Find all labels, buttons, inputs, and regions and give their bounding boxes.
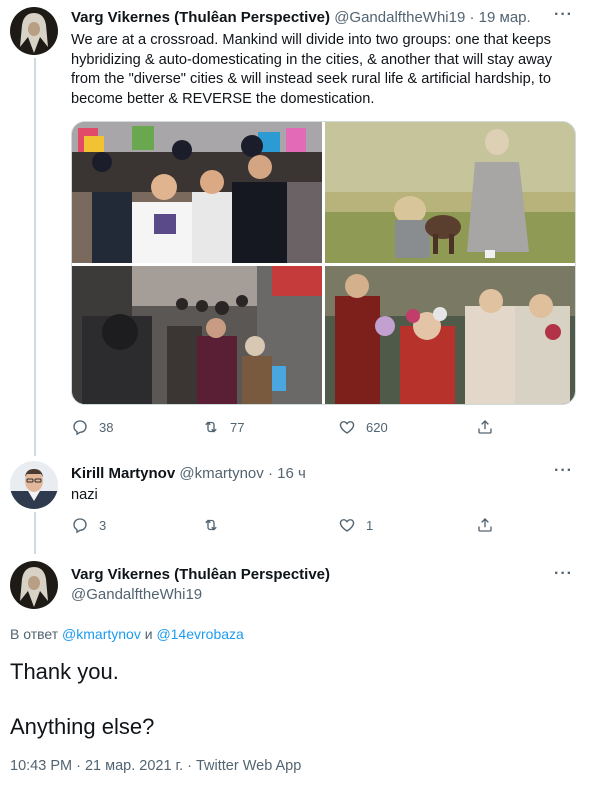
reply-to-prefix: В ответ	[10, 626, 63, 642]
tweet1-author-handle[interactable]: @GandalftheWhi19	[334, 9, 465, 26]
tweet1-media-grid[interactable]	[71, 121, 576, 405]
tweet1-more-icon[interactable]: ···	[554, 6, 573, 24]
tweet3-author-name[interactable]: Varg Vikernes (Thulêan Perspective)	[71, 566, 330, 583]
tweet2-share-button[interactable]	[476, 516, 494, 534]
avatar-varg-main[interactable]	[10, 561, 58, 609]
tweet2-more-icon[interactable]: ···	[554, 462, 573, 480]
heart-icon	[339, 519, 355, 532]
tweet1-author-name[interactable]: Varg Vikernes (Thulêan Perspective)	[71, 9, 330, 26]
share-icon	[478, 420, 492, 434]
mention-14evrobaza[interactable]: @14evrobaza	[156, 626, 243, 642]
tweet1-like-count: 620	[366, 419, 388, 435]
tweet3-text-line2: Anything else?	[10, 714, 155, 739]
tweet2-separator: ·	[267, 465, 273, 482]
share-icon	[478, 518, 492, 532]
tweet3-more-icon[interactable]: ···	[554, 565, 573, 583]
avatar-varg[interactable]	[10, 7, 58, 55]
media-photo-4[interactable]	[325, 266, 575, 404]
tweet3-handle-row: @GandalftheWhi19	[71, 586, 202, 603]
heart-icon	[339, 421, 355, 434]
tweet2-author-name[interactable]: Kirill Martynov	[71, 465, 175, 482]
tweet1-header: Varg Vikernes (Thulêan Perspective) @Gan…	[71, 9, 531, 26]
tweet1-retweet-button[interactable]: 77	[202, 418, 244, 436]
tweet3-author-handle[interactable]: @GandalftheWhi19	[71, 586, 202, 603]
avatar-kirill[interactable]	[10, 461, 58, 509]
tweet1-separator: ·	[469, 9, 475, 26]
tweet2-author-handle[interactable]: @kmartynov	[179, 465, 263, 482]
tweet1-like-button[interactable]: 620	[338, 418, 388, 436]
tweet1-share-button[interactable]	[476, 418, 494, 436]
tweet2-reply-button[interactable]: 3	[71, 516, 106, 534]
media-photo-2[interactable]	[325, 122, 575, 263]
mention-kmartynov[interactable]: @kmartynov	[62, 626, 141, 642]
tweet1-reply-button[interactable]: 38	[71, 418, 113, 436]
media-photo-3[interactable]	[72, 266, 322, 404]
thread-line-2	[34, 512, 36, 554]
tweet2-like-count: 1	[366, 517, 374, 533]
tweet2-header: Kirill Martynov @kmartynov · 16 ч	[71, 465, 306, 482]
tweet1-retweet-count: 77	[230, 419, 245, 435]
tweet2-time[interactable]: 16 ч	[277, 465, 306, 482]
tweet3-name-row: Varg Vikernes (Thulêan Perspective)	[71, 566, 330, 583]
tweet1-actions: 38 77 620	[71, 418, 511, 438]
tweet1-reply-count: 38	[99, 419, 114, 435]
retweet-icon	[205, 519, 217, 531]
tweet2-like-button[interactable]: 1	[338, 516, 373, 534]
media-photo-1[interactable]	[72, 122, 322, 263]
thread-line-1	[34, 58, 36, 456]
tweet3-text-line1: Thank you.	[10, 659, 119, 684]
tweet2-reply-count: 3	[99, 517, 107, 533]
tweet3-timestamp[interactable]: 10:43 PM · 21 мар. 2021 г. · Twitter Web…	[10, 758, 301, 774]
tweet1-text: We are at a crossroad. Mankind will divi…	[71, 32, 553, 107]
reply-to-and: и	[140, 626, 157, 642]
retweet-icon	[205, 421, 217, 433]
reply-to-line: В ответ @kmartynov и @14evrobaza	[10, 626, 244, 642]
tweet2-text: nazi	[71, 487, 98, 503]
reply-icon	[73, 420, 87, 436]
tweet1-time[interactable]: 19 мар.	[479, 9, 531, 26]
tweet2-retweet-button[interactable]	[202, 516, 230, 534]
tweet2-actions: 3 1	[71, 516, 511, 536]
reply-icon	[73, 518, 87, 534]
